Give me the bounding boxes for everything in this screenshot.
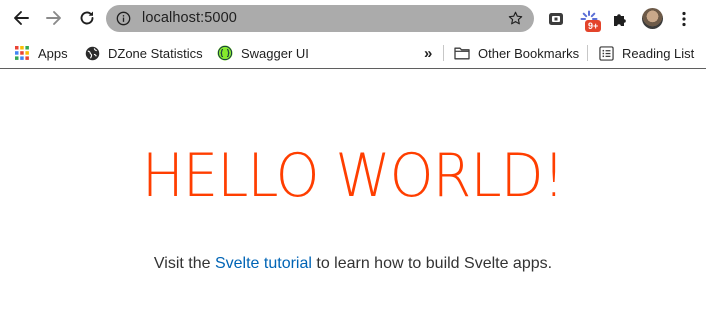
apps-grid-icon bbox=[14, 45, 30, 61]
reading-list-icon bbox=[598, 45, 614, 61]
reload-button[interactable] bbox=[77, 8, 97, 28]
page-content: HELLO WORLD! Visit the Svelte tutorial t… bbox=[0, 69, 706, 330]
forward-arrow-icon bbox=[46, 11, 61, 25]
browser-toolbar: localhost:5000 9+ bbox=[0, 0, 706, 37]
bookmarks-divider bbox=[443, 45, 444, 61]
bookmark-star-icon[interactable] bbox=[507, 10, 524, 27]
puzzle-piece-icon bbox=[614, 14, 626, 26]
bookmark-swagger-ui[interactable]: Swagger UI bbox=[217, 43, 309, 63]
reading-list-button[interactable]: Reading List bbox=[598, 43, 694, 63]
folder-icon bbox=[454, 45, 470, 61]
bookmark-label: DZone Statistics bbox=[108, 45, 203, 61]
back-button[interactable] bbox=[11, 8, 31, 28]
extension-button[interactable] bbox=[545, 8, 567, 30]
bookmark-label: Other Bookmarks bbox=[478, 45, 580, 61]
kebab-menu-icon bbox=[682, 11, 686, 27]
forward-button[interactable] bbox=[44, 8, 64, 28]
site-info-icon[interactable] bbox=[116, 11, 131, 26]
address-bar[interactable]: localhost:5000 bbox=[106, 5, 534, 32]
swagger-icon bbox=[217, 45, 233, 61]
intro-text-after: to learn how to build Svelte apps. bbox=[311, 255, 553, 272]
url-text: localhost:5000 bbox=[142, 10, 237, 26]
other-bookmarks-folder[interactable]: Other Bookmarks bbox=[454, 43, 579, 63]
globe-icon bbox=[84, 45, 100, 61]
intro-paragraph: Visit the Svelte tutorial to learn how t… bbox=[0, 255, 706, 273]
bookmarks-overflow-button[interactable]: » bbox=[424, 43, 432, 63]
browser-menu-button[interactable] bbox=[673, 8, 695, 30]
page-heading: HELLO WORLD! bbox=[0, 143, 706, 209]
bookmark-apps[interactable]: Apps bbox=[14, 43, 68, 63]
back-arrow-icon bbox=[14, 11, 29, 25]
svelte-tutorial-link[interactable]: Svelte tutorial bbox=[215, 255, 312, 272]
extension-app-icon bbox=[549, 13, 563, 25]
bookmarks-bar: Apps DZone Statistics Swagger UI » Other… bbox=[0, 37, 706, 69]
bookmarks-divider bbox=[587, 45, 588, 61]
profile-avatar[interactable] bbox=[642, 8, 663, 29]
bookmark-dzone-statistics[interactable]: DZone Statistics bbox=[84, 43, 203, 63]
bookmark-label: Reading List bbox=[622, 45, 695, 61]
overflow-chevron-icon: » bbox=[424, 44, 433, 62]
reload-icon bbox=[80, 11, 94, 25]
intro-text-before: Visit the bbox=[153, 255, 215, 272]
bookmark-label: Swagger UI bbox=[241, 45, 309, 61]
bookmark-label: Apps bbox=[38, 45, 68, 61]
extensions-menu-button[interactable] bbox=[609, 8, 631, 30]
heading-text: HELLO WORLD! bbox=[141, 141, 565, 211]
notification-badge: 9+ bbox=[585, 20, 602, 32]
